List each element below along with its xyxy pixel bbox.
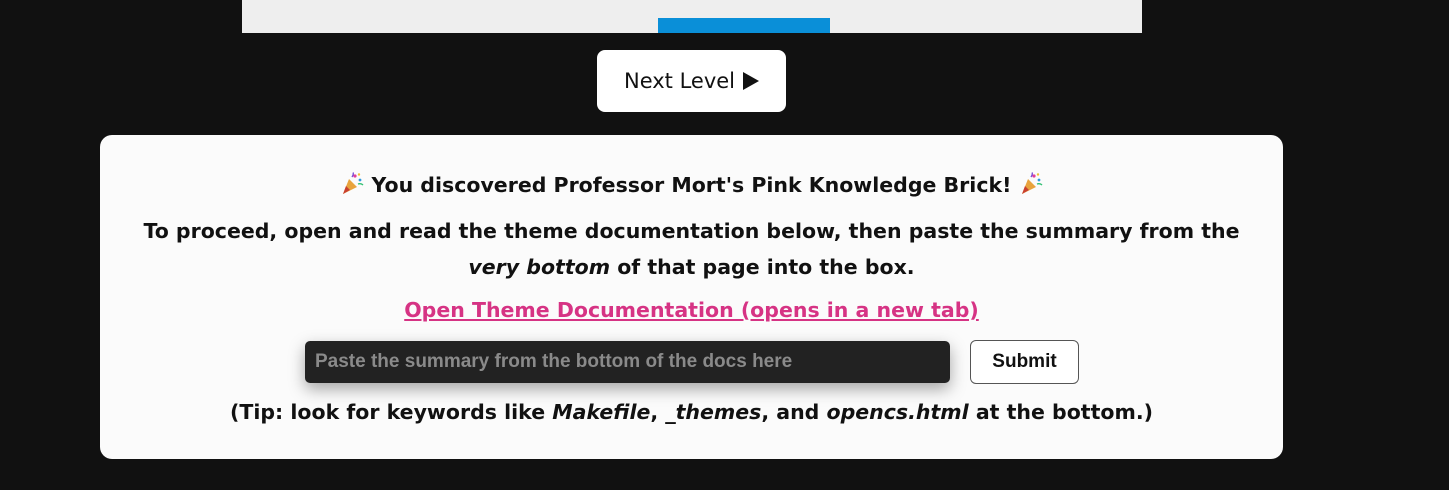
doc-link-row: Open Theme Documentation (opens in a new… [100,297,1283,323]
knowledge-brick-dialog: You discovered Professor Mort's Pink Kno… [100,135,1283,459]
party-popper-icon [1022,172,1043,194]
instructions-part: of that page into the box. [610,255,915,279]
summary-input[interactable] [305,341,950,383]
instructions-part: To proceed, open and read the theme docu… [143,219,1240,243]
tip-part: , [650,400,666,424]
party-popper-icon [342,172,364,194]
tip-keyword: opencs.html [826,400,969,424]
instructions-text: To proceed, open and read the theme docu… [120,213,1263,285]
tip-keyword: Makefile [552,400,651,424]
headline-text: You discovered Professor Mort's Pink Kno… [371,173,1012,197]
tip-part: at the bottom.) [968,400,1153,424]
next-level-button[interactable]: Next Level [597,50,786,112]
tip-text: (Tip: look for keywords like Makefile, _… [100,399,1283,425]
game-canvas [242,0,1142,33]
open-theme-docs-link[interactable]: Open Theme Documentation (opens in a new… [404,298,979,322]
tip-part: , and [761,400,827,424]
submit-button[interactable]: Submit [970,340,1079,384]
tip-keyword: _themes [665,400,762,424]
play-icon [743,72,760,90]
instructions-emphasis: very bottom [468,255,611,279]
game-paddle [658,18,830,33]
dialog-headline: You discovered Professor Mort's Pink Kno… [100,172,1283,198]
next-level-label: Next Level [623,69,736,93]
tip-part: (Tip: look for keywords like [229,400,553,424]
